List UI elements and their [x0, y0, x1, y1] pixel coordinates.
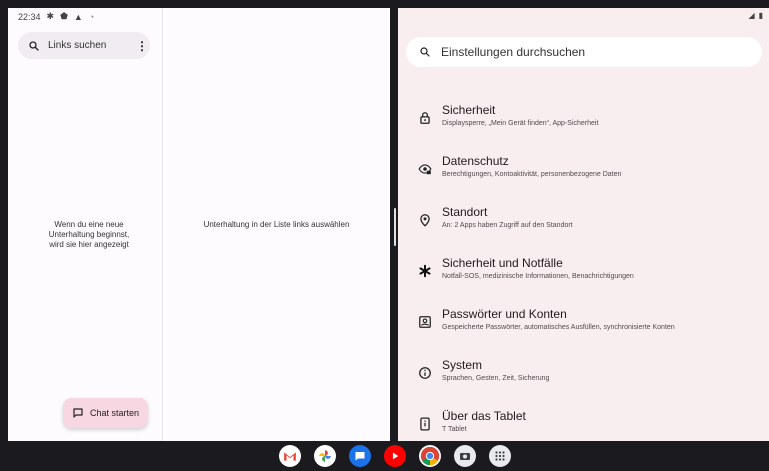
status-time-group: 22:34 ✱ ⬟ ▲ ◔: [18, 11, 94, 22]
settings-item-security[interactable]: Sicherheit Displaysperre, „Mein Gerät fi…: [398, 99, 769, 139]
settings-gear-status-icon: ✱: [46, 11, 55, 21]
lock-icon: [420, 112, 430, 124]
emergency-asterisk-icon: [419, 264, 431, 278]
empty-conversations-text: Wenn du eine neue Unterhaltung beginnst,…: [48, 220, 130, 249]
status-right-icons: ◢ ▮: [748, 11, 763, 20]
shield-status-icon: ⬟: [60, 11, 68, 21]
settings-item-subtitle: Berechtigungen, Kontoaktivität, personen…: [442, 171, 622, 178]
settings-item-title: Passwörter und Konten: [442, 307, 567, 321]
split-screen-handle[interactable]: [394, 208, 396, 246]
photos-icon[interactable]: [314, 445, 336, 467]
settings-item-title: Datenschutz: [442, 154, 509, 168]
location-pin-icon: [420, 214, 430, 227]
settings-item-title: System: [442, 358, 483, 372]
more-options-icon[interactable]: ⋮: [134, 39, 150, 53]
camera-icon[interactable]: [454, 445, 476, 467]
conversation-detail-pane: Unterhaltung in der Liste links auswähle…: [163, 8, 390, 441]
settings-item-passwords-accounts[interactable]: Passwörter und Konten Gespeicherte Passw…: [398, 303, 769, 343]
messages-icon[interactable]: [349, 445, 371, 467]
battery-icon: ▮: [758, 11, 763, 20]
chrome-icon[interactable]: [419, 445, 441, 467]
settings-item-title: Sicherheit: [442, 103, 496, 117]
messages-app: Links suchen ⋮ Wenn du eine neue Unterha…: [8, 8, 390, 441]
settings-item-subtitle: Gespeicherte Passwörter, automatisches A…: [442, 324, 675, 331]
status-bar: 22:34 ✱ ⬟ ▲ ◔ ◢ ▮: [8, 8, 769, 28]
settings-item-subtitle: An: 2 Apps haben Zugriff auf den Standor…: [442, 222, 573, 229]
info-icon: [419, 367, 431, 379]
warning-status-icon: ▲: [73, 11, 83, 22]
settings-app: Einstellungen durchsuchen Sicherheit Dis…: [398, 8, 769, 441]
start-chat-button[interactable]: Chat starten: [63, 398, 148, 428]
start-chat-label: Chat starten: [89, 408, 140, 418]
wifi-status-icon: ◔: [88, 11, 95, 22]
search-icon: [29, 40, 39, 51]
app-drawer-icon[interactable]: [489, 445, 511, 467]
select-conversation-hint: Unterhaltung in der Liste links auswähle…: [203, 220, 350, 229]
settings-search-placeholder: Einstellungen durchsuchen: [441, 45, 586, 59]
screen: Links suchen ⋮ Wenn du eine neue Unterha…: [8, 8, 769, 441]
settings-item-subtitle: Displaysperre, „Mein Gerät finden“, App-…: [442, 120, 599, 127]
settings-item-title: Standort: [442, 205, 488, 219]
settings-item-location[interactable]: Standort An: 2 Apps haben Zugriff auf de…: [398, 201, 769, 241]
settings-item-safety-emergency[interactable]: Sicherheit und Notfälle Notfall-SOS, med…: [398, 252, 769, 292]
messages-search-label: Links suchen: [48, 40, 107, 51]
settings-item-title: Sicherheit und Notfälle: [442, 256, 563, 270]
search-icon: [420, 47, 430, 57]
gmail-icon[interactable]: [279, 445, 301, 467]
settings-item-title: Über das Tablet: [442, 409, 526, 423]
messages-search-bar[interactable]: Links suchen ⋮: [18, 32, 150, 59]
chat-bubble-icon: [73, 408, 83, 418]
password-account-icon: [419, 316, 431, 328]
privacy-eye-icon: [418, 164, 432, 175]
settings-search-bar[interactable]: Einstellungen durchsuchen: [406, 37, 762, 67]
status-time: 22:34: [18, 11, 41, 22]
settings-item-system[interactable]: System Sprachen, Gesten, Zeit, Sicherung: [398, 354, 769, 394]
settings-item-subtitle: T Tablet: [442, 426, 467, 433]
conversation-list-pane: Links suchen ⋮ Wenn du eine neue Unterha…: [8, 8, 163, 441]
signal-icon: ◢: [748, 11, 755, 20]
youtube-icon[interactable]: [384, 445, 406, 467]
settings-item-about-tablet[interactable]: Über das Tablet T Tablet: [398, 405, 769, 441]
settings-item-privacy[interactable]: Datenschutz Berechtigungen, Kontoaktivit…: [398, 150, 769, 190]
settings-item-subtitle: Notfall-SOS, medizinische Informationen,…: [442, 273, 634, 280]
tablet-info-icon: [420, 417, 430, 431]
settings-item-subtitle: Sprachen, Gesten, Zeit, Sicherung: [442, 375, 550, 382]
